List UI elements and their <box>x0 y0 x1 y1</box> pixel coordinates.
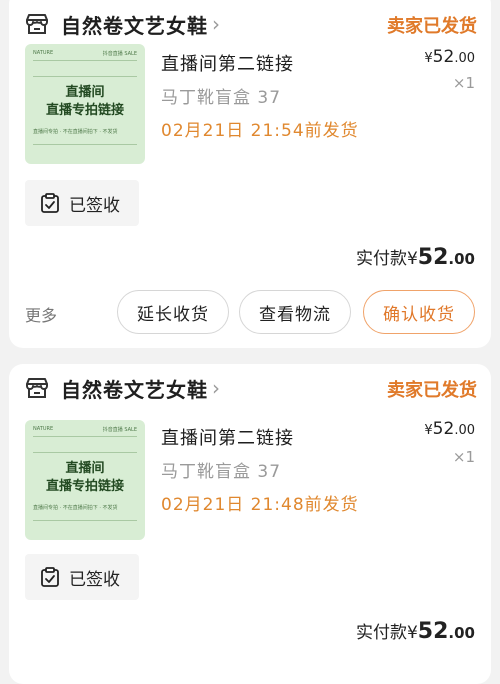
order-card[interactable]: 自然卷文艺女鞋 › 卖家已发货 NATURE 抖音直播 SALE 直播间 直播专… <box>9 364 491 684</box>
order-status: 卖家已发货 <box>387 16 477 37</box>
view-logistics-button[interactable]: 查看物流 <box>239 290 351 334</box>
product-title[interactable]: 直播间第二链接 <box>161 50 294 76</box>
price-integer: 52 <box>432 47 455 67</box>
shop-name[interactable]: 自然卷文艺女鞋 <box>61 10 208 39</box>
thumb-divider <box>33 452 137 453</box>
currency-symbol: ¥ <box>424 423 433 438</box>
thumb-tag-right: 抖音直播 SALE <box>102 427 137 433</box>
product-price: ¥52.00 <box>424 47 475 67</box>
thumb-divider <box>33 76 137 77</box>
order-status: 卖家已发货 <box>387 380 477 401</box>
confirm-receipt-button[interactable]: 确认收货 <box>363 290 475 334</box>
clipboard-check-icon <box>41 567 59 587</box>
thumb-line1: 直播间 <box>65 85 105 100</box>
paid-decimal: .00 <box>448 250 475 268</box>
price-decimal: .00 <box>454 423 475 438</box>
signed-label: 已签收 <box>69 195 120 216</box>
product-thumbnail[interactable]: NATURE 抖音直播 SALE 直播间 直播专拍链接 直播间专拍 · 不在直播… <box>25 44 145 164</box>
product-price: ¥52.00 <box>424 419 475 439</box>
thumb-footnote: 直播间专拍 · 不在直播间拍下 · 不发货 <box>33 129 118 135</box>
shop-name[interactable]: 自然卷文艺女鞋 <box>61 374 208 403</box>
shop-header[interactable]: 自然卷文艺女鞋 › <box>23 4 220 44</box>
product-quantity: ×1 <box>452 448 475 466</box>
product-title[interactable]: 直播间第二链接 <box>161 424 294 450</box>
thumb-tag-left: NATURE <box>33 50 54 56</box>
clipboard-check-icon <box>41 193 59 213</box>
currency-symbol: ¥ <box>406 623 418 643</box>
signed-label: 已签收 <box>69 569 120 590</box>
currency-symbol: ¥ <box>424 51 433 66</box>
ship-deadline: 02月21日 21:48前发货 <box>161 495 359 515</box>
more-actions-link[interactable]: 更多 <box>25 302 57 326</box>
product-quantity: ×1 <box>452 74 475 92</box>
paid-decimal: .00 <box>448 624 475 642</box>
thumb-tag-right: 抖音直播 SALE <box>102 51 137 57</box>
chevron-right-icon: › <box>212 376 220 400</box>
product-variant: 马丁靴盲盒 37 <box>161 88 282 108</box>
chevron-right-icon: › <box>212 12 220 36</box>
price-integer: 52 <box>432 419 455 439</box>
store-icon <box>26 14 48 34</box>
signed-status-box: 已签收 <box>25 180 139 226</box>
price-decimal: .00 <box>454 51 475 66</box>
thumb-divider <box>33 60 137 61</box>
thumb-divider <box>33 520 137 521</box>
store-icon <box>26 378 48 398</box>
thumb-line2: 直播专拍链接 <box>45 479 124 494</box>
paid-integer: 52 <box>417 619 449 644</box>
extend-receipt-button[interactable]: 延长收货 <box>117 290 229 334</box>
thumb-divider <box>33 144 137 145</box>
shop-header[interactable]: 自然卷文艺女鞋 › <box>23 368 220 408</box>
ship-deadline: 02月21日 21:54前发货 <box>161 121 359 141</box>
thumb-divider <box>33 436 137 437</box>
paid-amount: 实付款¥52.00 <box>356 618 475 644</box>
paid-integer: 52 <box>417 245 449 270</box>
thumb-line2: 直播专拍链接 <box>45 103 124 118</box>
product-variant: 马丁靴盲盒 37 <box>161 462 282 482</box>
paid-label: 实付款 <box>355 249 407 269</box>
signed-status-box: 已签收 <box>25 554 139 600</box>
product-thumbnail[interactable]: NATURE 抖音直播 SALE 直播间 直播专拍链接 直播间专拍 · 不在直播… <box>25 420 145 540</box>
paid-amount: 实付款¥52.00 <box>356 244 475 270</box>
paid-label: 实付款 <box>355 623 407 643</box>
order-card[interactable]: 自然卷文艺女鞋 › 卖家已发货 NATURE 抖音直播 SALE 直播间 直播专… <box>9 0 491 348</box>
currency-symbol: ¥ <box>406 249 418 269</box>
thumb-footnote: 直播间专拍 · 不在直播间拍下 · 不发货 <box>33 505 118 511</box>
thumb-line1: 直播间 <box>65 461 105 476</box>
thumb-tag-left: NATURE <box>33 426 54 432</box>
